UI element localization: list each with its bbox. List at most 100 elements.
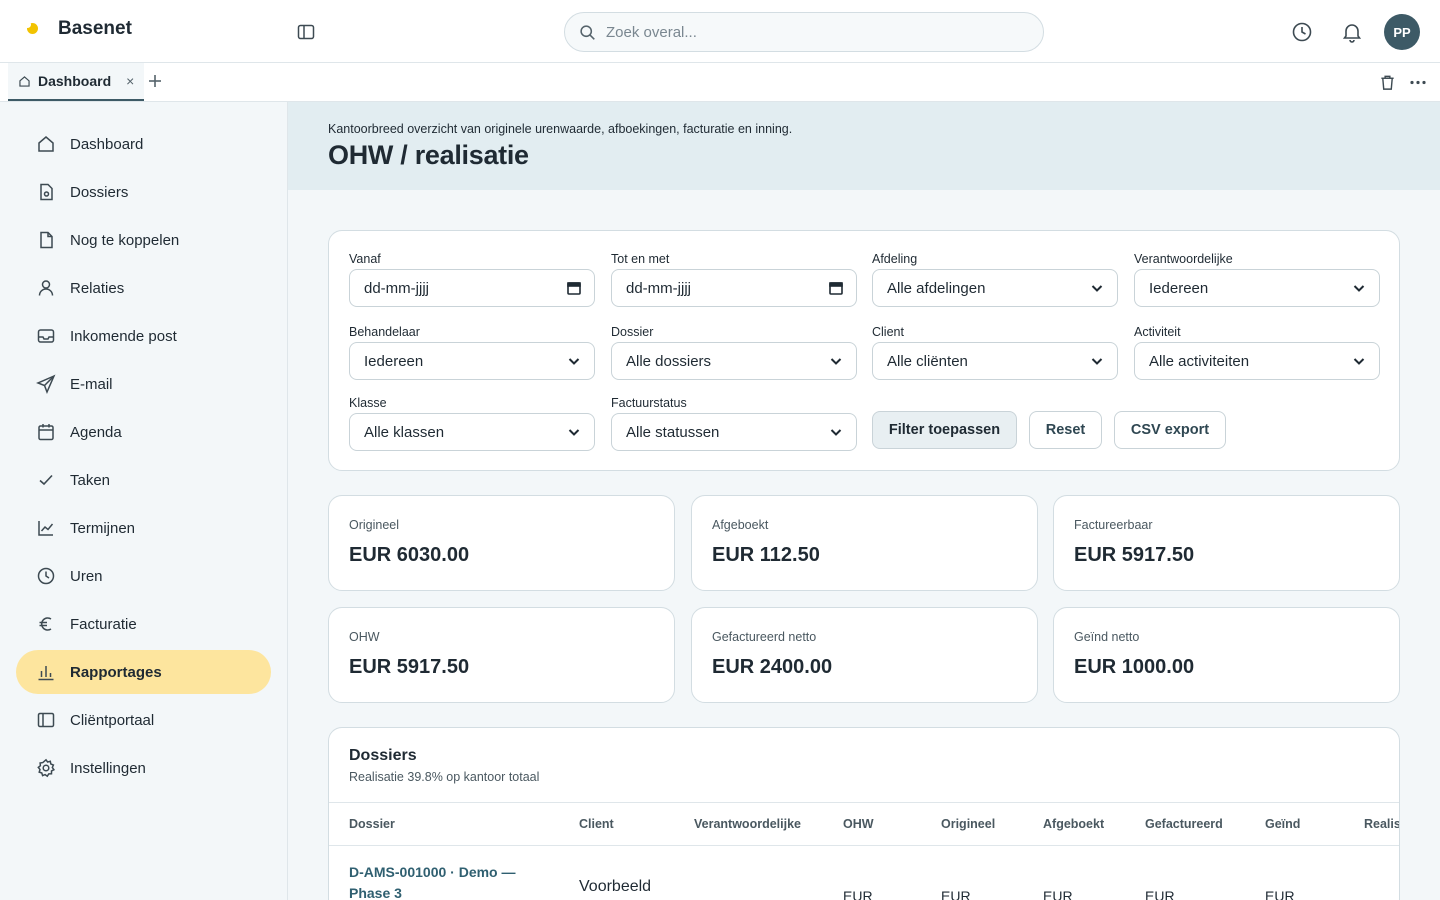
sidebar-item-termijnen[interactable]: Termijnen xyxy=(16,506,271,550)
plus-icon[interactable] xyxy=(146,72,164,90)
filter-label-verantwoordelijke: Verantwoordelijke xyxy=(1134,252,1233,266)
verantwoordelijke-select[interactable]: Iedereen xyxy=(1134,269,1380,307)
filter-label-client: Client xyxy=(872,325,904,339)
dossier-select[interactable]: Alle dossiers xyxy=(611,342,857,380)
trash-icon[interactable] xyxy=(1379,74,1396,91)
home-icon xyxy=(19,75,30,87)
cell-geind: EUR xyxy=(1265,888,1295,900)
sidebar-item-label: Cliëntportaal xyxy=(70,711,155,729)
calendar-icon[interactable] xyxy=(566,280,582,296)
afdeling-value: Alle afdelingen xyxy=(887,279,986,297)
sidebar-item-label: Nog te koppelen xyxy=(70,231,180,249)
reset-button[interactable]: Reset xyxy=(1029,411,1102,449)
chevron-down-icon xyxy=(830,429,842,436)
inbox-icon xyxy=(37,329,55,343)
afdeling-select[interactable]: Alle afdelingen xyxy=(872,269,1118,307)
kpi-value: EUR 112.50 xyxy=(712,544,820,566)
search-input[interactable] xyxy=(606,23,1026,41)
klasse-select[interactable]: Alle klassen xyxy=(349,413,595,451)
sidebar-item-relaties[interactable]: Relaties xyxy=(16,266,271,310)
date-to-input[interactable]: dd-mm-jjjj xyxy=(611,269,857,307)
sidebar-item-label: Relaties xyxy=(70,279,125,297)
behandelaar-select[interactable]: Iedereen xyxy=(349,342,595,380)
sidebar-item-label: Dashboard xyxy=(70,135,144,153)
column-header-afgeboekt[interactable]: Afgeboekt xyxy=(1043,817,1104,831)
sidebar-item-label: Rapportages xyxy=(70,663,162,681)
tab-dashboard[interactable]: Dashboard × xyxy=(8,63,145,101)
kpi-label: Geïnd netto xyxy=(1074,630,1140,644)
sidebar-item-label: Instellingen xyxy=(70,759,146,777)
dossier-value: Alle dossiers xyxy=(626,352,712,370)
column-header-verantwoordelijke[interactable]: Verantwoordelijke xyxy=(694,817,801,831)
kpi-card-afgeboekt: Afgeboekt EUR 112.50 xyxy=(691,495,1038,591)
sidebar-item-label: Agenda xyxy=(70,423,122,441)
column-header-dossier[interactable]: Dossier xyxy=(349,817,395,831)
page-title: OHW / realisatie xyxy=(328,140,529,170)
kpi-value: EUR 2400.00 xyxy=(712,656,833,678)
user-icon xyxy=(38,280,54,296)
sidebar-item-agenda[interactable]: Agenda xyxy=(16,410,271,454)
filter-label-behandelaar: Behandelaar xyxy=(349,325,420,339)
chevron-down-icon xyxy=(1353,285,1365,292)
column-header-client[interactable]: Client xyxy=(579,817,614,831)
dossiers-table-card: Dossiers Realisatie 39.8% op kantoor tot… xyxy=(328,727,1400,900)
sidebar-item-dossiers[interactable]: Dossiers xyxy=(16,170,271,214)
chevron-down-icon xyxy=(568,429,580,436)
column-header-ohw[interactable]: OHW xyxy=(843,817,874,831)
filter-label-activiteit: Activiteit xyxy=(1134,325,1181,339)
client-select[interactable]: Alle cliënten xyxy=(872,342,1118,380)
filters-panel: Vanaf dd-mm-jjjj Tot en met dd-mm-jjjj A… xyxy=(328,230,1400,471)
sidebar-item-label: Inkomende post xyxy=(70,327,177,345)
sidebar-item-inkomende-post[interactable]: Inkomende post xyxy=(16,314,271,358)
bell-icon[interactable] xyxy=(1341,21,1363,43)
sidebar-toggle-icon[interactable] xyxy=(296,22,316,42)
factuurstatus-select[interactable]: Alle statussen xyxy=(611,413,857,451)
sidebar-item-facturatie[interactable]: Facturatie xyxy=(16,602,271,646)
date-to-value: dd-mm-jjjj xyxy=(626,279,691,297)
filter-label-tot-en-met: Tot en met xyxy=(611,252,670,266)
kpi-value: EUR 6030.00 xyxy=(349,544,470,566)
brand[interactable]: Basenet xyxy=(24,18,132,40)
cell-origineel: EUR xyxy=(941,888,971,900)
column-header-geind[interactable]: Geïnd xyxy=(1265,817,1300,831)
page-header: Kantoorbreed overzicht van originele ure… xyxy=(288,102,1440,190)
kpi-label: Afgeboekt xyxy=(712,518,769,532)
column-header-gefactureerd[interactable]: Gefactureerd xyxy=(1145,817,1223,831)
kpi-card-ohw: OHW EUR 5917.50 xyxy=(328,607,675,703)
calendar-icon xyxy=(38,424,54,441)
send-icon xyxy=(36,374,56,394)
apply-filter-button[interactable]: Filter toepassen xyxy=(872,411,1017,449)
activiteit-select[interactable]: Alle activiteiten xyxy=(1134,342,1380,380)
table-header: Dossier Client Verantwoordelijke OHW Ori… xyxy=(329,802,1399,846)
calendar-icon[interactable] xyxy=(828,280,844,296)
chevron-down-icon xyxy=(1091,358,1103,365)
brand-name: Basenet xyxy=(58,18,132,39)
csv-export-button[interactable]: CSV export xyxy=(1114,411,1226,449)
sidebar-item-email[interactable]: E-mail xyxy=(16,362,271,406)
sidebar-item-uren[interactable]: Uren xyxy=(16,554,271,598)
behandelaar-value: Iedereen xyxy=(364,352,424,370)
cell-ohw: EUR xyxy=(843,888,873,900)
close-icon[interactable]: × xyxy=(126,73,134,89)
sidebar-item-taken[interactable]: Taken xyxy=(16,458,271,502)
user-avatar[interactable]: PP xyxy=(1384,14,1420,50)
sidebar-item-nog-te-koppelen[interactable]: Nog te koppelen xyxy=(16,218,271,262)
date-from-value: dd-mm-jjjj xyxy=(364,279,429,297)
sidebar-item-clientportaal[interactable]: Cliëntportaal xyxy=(16,698,271,742)
sidebar-item-rapportages[interactable]: Rapportages xyxy=(16,650,271,694)
global-search[interactable] xyxy=(564,12,1044,52)
column-header-origineel[interactable]: Origineel xyxy=(941,817,995,831)
date-from-input[interactable]: dd-mm-jjjj xyxy=(349,269,595,307)
kpi-value: EUR 5917.50 xyxy=(349,656,470,678)
more-horizontal-icon[interactable] xyxy=(1409,74,1427,91)
sidebar-item-instellingen[interactable]: Instellingen xyxy=(16,746,271,790)
panel-icon xyxy=(37,712,55,728)
sidebar-item-dashboard[interactable]: Dashboard xyxy=(16,122,271,166)
kpi-card-factureerbaar: Factureerbaar EUR 5917.50 xyxy=(1053,495,1400,591)
column-header-realisatie[interactable]: Realis xyxy=(1364,817,1399,831)
history-icon[interactable] xyxy=(1291,21,1313,43)
dossier-link[interactable]: D-AMS-001000 · Demo — Phase 3 xyxy=(349,862,549,900)
filter-label-vanaf: Vanaf xyxy=(349,252,381,266)
chevron-down-icon xyxy=(830,358,842,365)
cell-afgeboekt: EUR xyxy=(1043,888,1073,900)
